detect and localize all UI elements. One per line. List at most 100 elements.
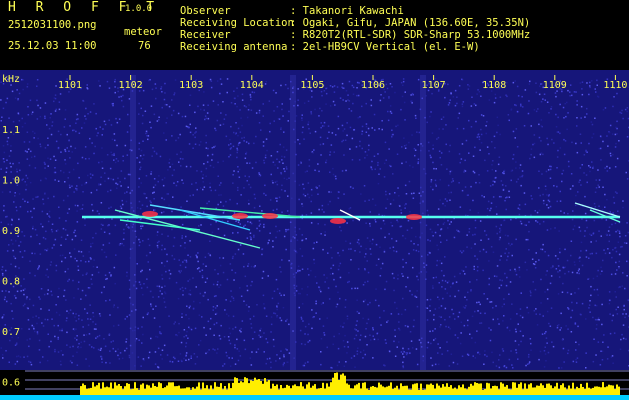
- noise-speck: [371, 127, 373, 129]
- noise-speck: [228, 144, 230, 146]
- noise-speck: [220, 83, 223, 85]
- noise-speck: [21, 256, 24, 258]
- noise-speck: [19, 241, 22, 243]
- noise-speck: [452, 361, 455, 364]
- noise-speck: [517, 207, 520, 210]
- noise-speck: [498, 195, 501, 198]
- noise-speck: [378, 173, 380, 175]
- noise-speck: [23, 250, 26, 252]
- noise-speck: [371, 168, 373, 171]
- noise-speck: [400, 209, 402, 211]
- noise-speck: [269, 199, 272, 201]
- noise-speck: [176, 153, 178, 156]
- noise-speck: [183, 213, 186, 216]
- noise-speck: [142, 293, 144, 296]
- noise-speck: [385, 280, 388, 283]
- noise-speck: [499, 236, 501, 239]
- noise-speck: [540, 119, 543, 121]
- noise-speck: [218, 286, 220, 288]
- noise-speck: [533, 142, 536, 145]
- noise-speck: [569, 188, 572, 190]
- noise-speck: [333, 151, 335, 153]
- noise-speck: [44, 115, 46, 118]
- noise-speck: [21, 179, 23, 181]
- noise-speck: [76, 189, 78, 191]
- noise-speck: [437, 343, 439, 345]
- noise-speck: [515, 104, 517, 107]
- noise-speck: [402, 366, 405, 369]
- noise-speck: [280, 84, 282, 87]
- noise-speck: [626, 260, 628, 263]
- noise-speck: [545, 337, 548, 339]
- noise-speck: [50, 261, 52, 263]
- noise-speck: [263, 307, 266, 309]
- noise-speck: [32, 304, 35, 307]
- noise-speck: [405, 161, 407, 163]
- noise-speck: [617, 286, 620, 289]
- noise-speck: [239, 355, 242, 357]
- noise-speck: [591, 161, 593, 163]
- noise-speck: [397, 274, 399, 276]
- noise-speck: [450, 181, 453, 183]
- noise-speck: [234, 363, 237, 365]
- noise-speck: [438, 315, 441, 318]
- noise-speck: [161, 91, 163, 93]
- record-filename: 2512031100.png: [8, 19, 97, 31]
- noise-speck: [351, 159, 354, 161]
- noise-speck: [217, 273, 219, 275]
- noise-speck: [189, 240, 191, 242]
- noise-speck: [211, 159, 213, 161]
- noise-speck: [533, 109, 536, 111]
- noise-speck: [76, 335, 78, 337]
- noise-speck: [26, 177, 29, 179]
- noise-speck: [408, 252, 410, 255]
- noise-speck: [250, 98, 252, 101]
- noise-speck: [589, 233, 591, 235]
- noise-speck: [153, 191, 155, 194]
- noise-speck: [285, 228, 287, 231]
- noise-speck: [48, 215, 50, 217]
- noise-speck: [37, 137, 39, 140]
- noise-speck: [588, 165, 590, 167]
- noise-speck: [34, 167, 37, 169]
- noise-speck: [520, 292, 522, 294]
- noise-speck: [217, 228, 220, 230]
- noise-speck: [333, 278, 335, 281]
- noise-speck: [614, 133, 617, 136]
- noise-speck: [171, 163, 174, 166]
- noise-speck: [447, 219, 449, 222]
- noise-speck: [473, 171, 476, 174]
- noise-speck: [352, 187, 354, 189]
- noise-speck: [569, 95, 571, 97]
- noise-speck: [41, 210, 44, 213]
- noise-speck: [82, 255, 85, 257]
- noise-speck: [367, 280, 369, 283]
- noise-speck: [320, 122, 322, 124]
- noise-speck: [218, 184, 221, 186]
- noise-speck: [414, 295, 416, 298]
- noise-speck: [248, 175, 250, 178]
- noise-speck: [30, 210, 32, 213]
- noise-speck: [356, 241, 359, 244]
- noise-speck: [396, 307, 398, 310]
- noise-speck: [138, 186, 140, 188]
- noise-speck: [591, 123, 594, 126]
- noise-speck: [521, 316, 524, 319]
- noise-speck: [439, 326, 441, 328]
- noise-speck: [503, 315, 505, 317]
- noise-speck: [156, 244, 159, 247]
- noise-speck: [219, 124, 222, 126]
- noise-speck: [154, 184, 157, 186]
- noise-speck: [504, 252, 506, 255]
- noise-speck: [270, 173, 272, 176]
- noise-speck: [486, 170, 489, 172]
- noise-speck: [210, 223, 212, 226]
- noise-speck: [592, 277, 595, 280]
- noise-speck: [92, 315, 95, 318]
- noise-speck: [96, 134, 98, 137]
- noise-speck: [99, 126, 101, 128]
- noise-speck: [320, 154, 322, 156]
- noise-speck: [452, 313, 455, 315]
- noise-speck: [78, 314, 80, 317]
- noise-speck: [256, 227, 258, 230]
